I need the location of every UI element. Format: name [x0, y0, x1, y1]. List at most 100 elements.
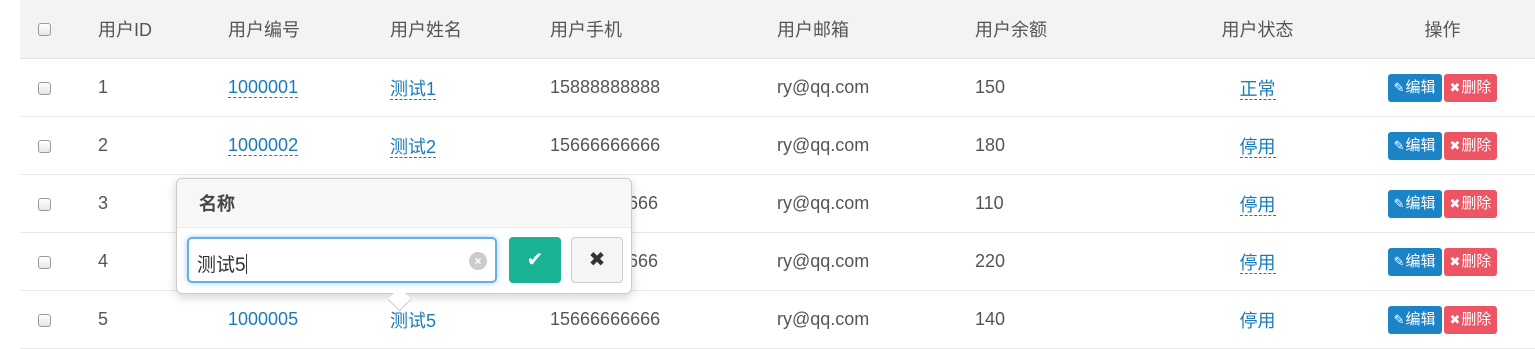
clear-input-icon[interactable]: × — [469, 252, 487, 270]
cell-number: 1000002 — [228, 116, 390, 175]
cell-balance: 220 — [975, 232, 1165, 291]
delete-label: 删除 — [1461, 310, 1492, 328]
editable-name-link[interactable]: 测试1 — [390, 78, 437, 100]
col-header-email[interactable]: 用户邮箱 — [777, 0, 975, 59]
delete-label: 删除 — [1461, 194, 1492, 212]
row-select-cell — [20, 290, 98, 349]
name-input-text: 测试5 — [197, 255, 246, 276]
col-header-status[interactable]: 用户状态 — [1165, 0, 1350, 59]
editable-number-link[interactable]: 1000001 — [228, 77, 299, 98]
cell-phone: 15888888888 — [550, 58, 777, 117]
delete-button[interactable]: ✖删除 — [1443, 189, 1498, 218]
col-header-ops: 操作 — [1350, 0, 1535, 59]
delete-button[interactable]: ✖删除 — [1443, 131, 1498, 160]
inline-edit-popover: 名称 测试5 × ✔ ✖ — [176, 178, 632, 312]
cell-id: 5 — [98, 290, 228, 349]
cell-status: 停用 — [1165, 290, 1350, 349]
cell-email: ry@qq.com — [777, 232, 975, 291]
cell-ops: ✎编辑 ✖删除 — [1350, 174, 1535, 233]
edit-icon: ✎ — [1393, 137, 1405, 153]
edit-label: 编辑 — [1405, 78, 1436, 96]
delete-label: 删除 — [1461, 136, 1492, 154]
select-all-checkbox[interactable] — [38, 23, 51, 37]
cell-name: 测试1 — [390, 58, 550, 117]
name-input-value: 测试5 — [197, 250, 247, 277]
row-checkbox[interactable] — [38, 255, 51, 269]
edit-button[interactable]: ✎编辑 — [1387, 73, 1442, 102]
col-header-id[interactable]: 用户ID — [98, 0, 228, 59]
editable-status-link[interactable]: 正常 — [1239, 78, 1276, 100]
edit-button[interactable]: ✎编辑 — [1387, 189, 1442, 218]
editable-status-link[interactable]: 停用 — [1239, 252, 1276, 274]
phone-partial: 666 — [628, 251, 659, 271]
col-header-number[interactable]: 用户编号 — [228, 0, 390, 59]
cell-balance: 180 — [975, 116, 1165, 175]
row-checkbox[interactable] — [38, 313, 51, 327]
delete-icon: ✖ — [1449, 79, 1461, 95]
delete-icon: ✖ — [1449, 311, 1461, 327]
edit-icon: ✎ — [1393, 311, 1405, 327]
delete-icon: ✖ — [1449, 137, 1461, 153]
cell-status: 停用 — [1165, 174, 1350, 233]
check-icon: ✔ — [526, 249, 544, 271]
editable-number-link[interactable]: 1000002 — [228, 135, 299, 156]
user-table: 用户ID 用户编号 用户姓名 用户手机 用户邮箱 用户余额 用户状态 操作 1 … — [20, 0, 1535, 349]
editable-status-link[interactable]: 停用 — [1240, 311, 1276, 331]
editable-name-link[interactable]: 测试2 — [390, 136, 437, 158]
cancel-button[interactable]: ✖ — [571, 237, 623, 283]
edit-label: 编辑 — [1405, 136, 1436, 154]
col-header-name[interactable]: 用户姓名 — [390, 0, 550, 59]
delete-icon: ✖ — [1449, 195, 1461, 211]
editable-name-link-active[interactable]: 测试5 — [390, 311, 436, 331]
cell-ops: ✎编辑 ✖删除 — [1350, 232, 1535, 291]
editable-status-link[interactable]: 停用 — [1239, 136, 1276, 158]
row-checkbox[interactable] — [38, 139, 51, 153]
editable-status-link[interactable]: 停用 — [1239, 194, 1276, 216]
cell-name: 测试5 — [390, 290, 550, 349]
cell-email: ry@qq.com — [777, 58, 975, 117]
cell-phone: 15666666666 — [550, 116, 777, 175]
cell-status: 正常 — [1165, 58, 1350, 117]
cell-status: 停用 — [1165, 232, 1350, 291]
cell-ops: ✎编辑 ✖删除 — [1350, 290, 1535, 349]
row-select-cell — [20, 58, 98, 117]
confirm-button[interactable]: ✔ — [509, 237, 561, 283]
edit-button[interactable]: ✎编辑 — [1387, 131, 1442, 160]
cell-name: 测试2 — [390, 116, 550, 175]
cell-balance: 140 — [975, 290, 1165, 349]
phone-partial: 666 — [628, 193, 659, 213]
editable-number-link[interactable]: 1000005 — [228, 309, 298, 329]
cell-ops: ✎编辑 ✖删除 — [1350, 58, 1535, 117]
delete-label: 删除 — [1461, 78, 1492, 96]
edit-label: 编辑 — [1405, 194, 1436, 212]
popover-title: 名称 — [177, 179, 631, 228]
delete-button[interactable]: ✖删除 — [1443, 73, 1498, 102]
select-all-cell — [20, 0, 98, 59]
edit-icon: ✎ — [1393, 195, 1405, 211]
delete-button[interactable]: ✖删除 — [1443, 305, 1498, 334]
row-select-cell — [20, 174, 98, 233]
row-checkbox[interactable] — [38, 81, 51, 95]
name-input[interactable]: 测试5 × — [187, 237, 497, 283]
cell-id: 2 — [98, 116, 228, 175]
cell-number: 1000001 — [228, 58, 390, 117]
edit-icon: ✎ — [1393, 253, 1405, 269]
edit-button[interactable]: ✎编辑 — [1387, 247, 1442, 276]
row-checkbox[interactable] — [38, 197, 51, 211]
delete-button[interactable]: ✖删除 — [1443, 247, 1498, 276]
delete-icon: ✖ — [1449, 253, 1461, 269]
table-header-row: 用户ID 用户编号 用户姓名 用户手机 用户邮箱 用户余额 用户状态 操作 — [20, 0, 1535, 59]
table-row: 2 1000002 测试2 15666666666 ry@qq.com 180 … — [20, 116, 1535, 175]
col-header-phone[interactable]: 用户手机 — [550, 0, 777, 59]
cell-phone: 15666666666 — [550, 290, 777, 349]
cell-email: ry@qq.com — [777, 174, 975, 233]
row-select-cell — [20, 116, 98, 175]
edit-button[interactable]: ✎编辑 — [1387, 305, 1442, 334]
cell-balance: 110 — [975, 174, 1165, 233]
delete-label: 删除 — [1461, 252, 1492, 270]
col-header-balance[interactable]: 用户余额 — [975, 0, 1165, 59]
cell-number: 1000005 — [228, 290, 390, 349]
text-caret — [245, 254, 247, 274]
cell-status: 停用 — [1165, 116, 1350, 175]
cell-balance: 150 — [975, 58, 1165, 117]
